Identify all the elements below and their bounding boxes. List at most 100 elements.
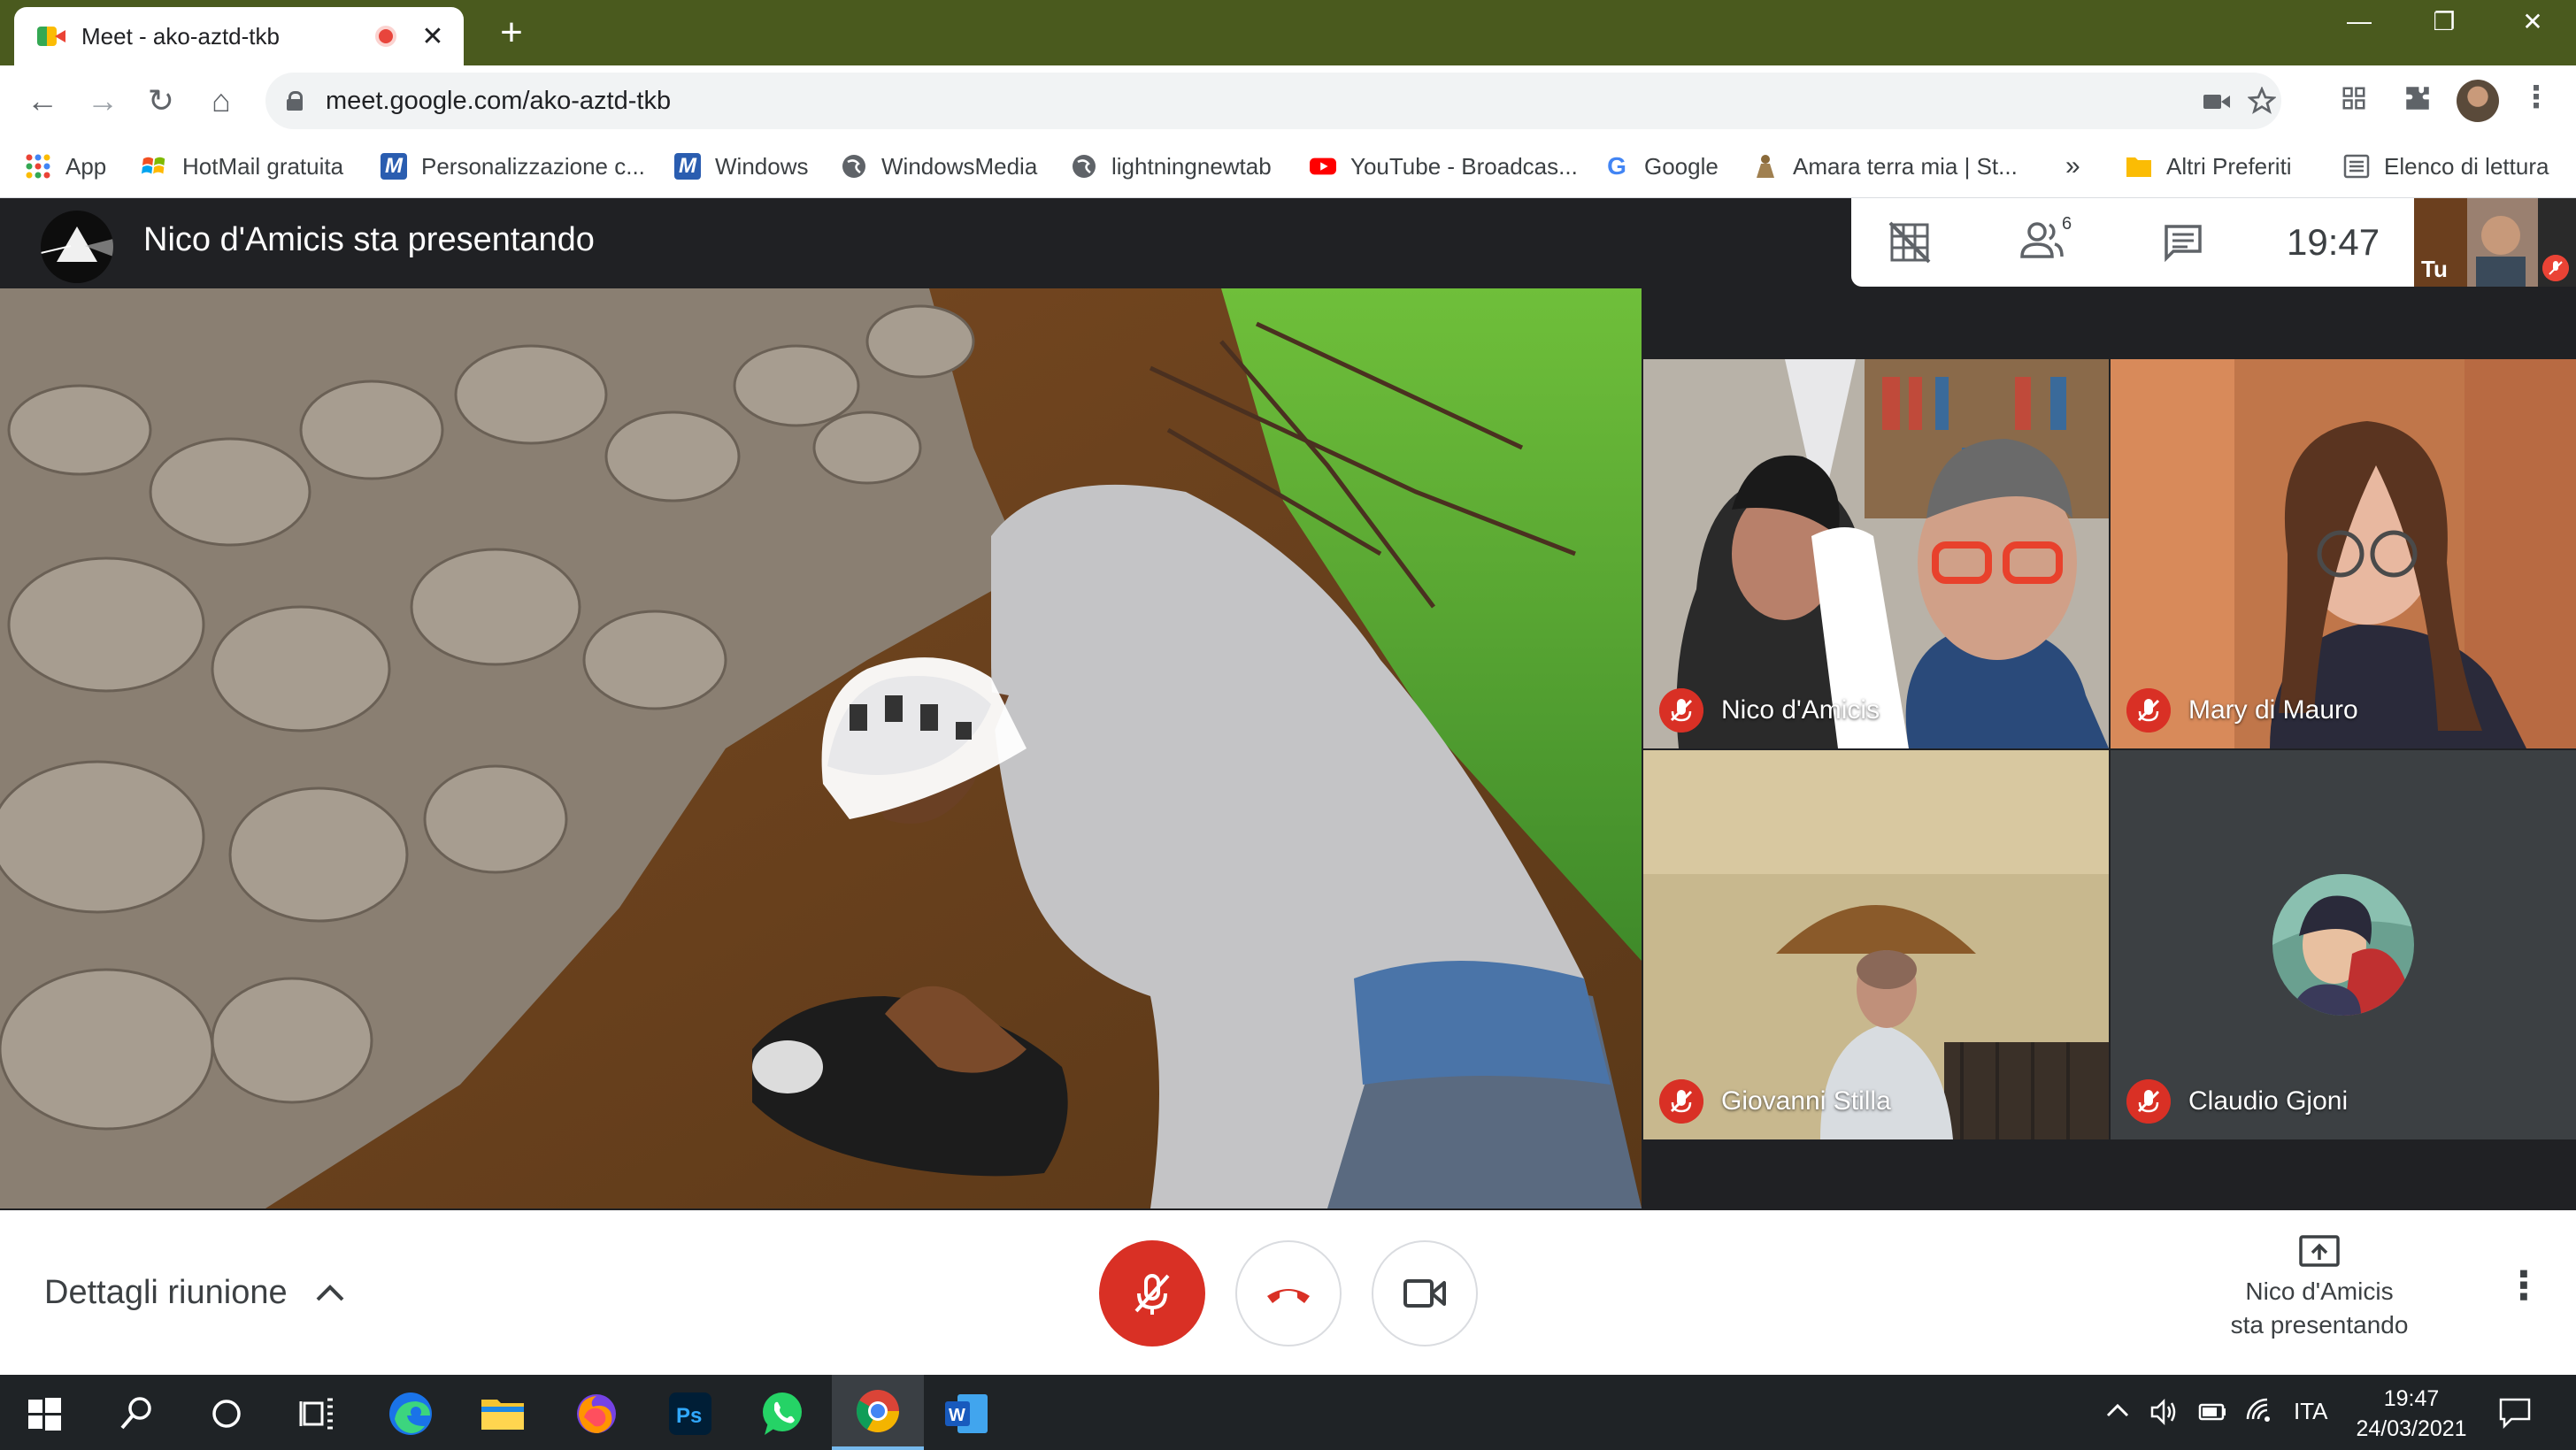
cortana-icon[interactable] [202, 1389, 251, 1438]
notification-center-icon[interactable] [2497, 1394, 2533, 1430]
reading-list-icon [2343, 154, 2370, 179]
participant-name: Giovanni Stilla [1721, 1086, 1891, 1116]
address-bar[interactable]: meet.google.com/ako-aztd-tkb [265, 73, 2281, 129]
participant-video [1643, 359, 2109, 748]
microphone-toggle-button[interactable] [1099, 1240, 1205, 1346]
reload-button[interactable]: ↻ [142, 81, 181, 120]
participant-name: Claudio Gjoni [2188, 1086, 2349, 1116]
bookmark-windowsmedia[interactable]: WindowsMedia [841, 149, 1037, 184]
present-now-button[interactable]: Nico d'Amicis sta presentando [2209, 1235, 2430, 1342]
chrome-menu-icon[interactable]: ⋮ [2517, 80, 2556, 115]
bookmark-amara[interactable]: Amara terra mia | St... [1752, 149, 2018, 184]
volume-icon[interactable] [2149, 1396, 2180, 1428]
chrome-taskbar-button[interactable] [832, 1375, 924, 1450]
battery-icon[interactable] [2196, 1398, 2228, 1424]
mic-muted-icon [2126, 688, 2171, 733]
m-logo-icon: M [674, 153, 701, 180]
bookmark-google[interactable]: G Google [1603, 149, 1719, 184]
meet-stage: Nico d'Amicis sta presentando 6 19:47 Tu… [0, 198, 2576, 1210]
participant-video [2111, 359, 2576, 748]
bookmark-lightningnewtab[interactable]: lightningnewtab [1071, 149, 1272, 184]
mic-muted-icon [1659, 1079, 1703, 1124]
participants-button[interactable]: 6 [2019, 214, 2072, 271]
camera-in-use-icon[interactable] [2203, 92, 2230, 111]
presenter-title: Nico d'Amicis sta presentando [143, 221, 595, 258]
self-view-tile[interactable]: Tu [2414, 198, 2576, 287]
system-clock[interactable]: 19:47 24/03/2021 [2336, 1384, 2487, 1444]
bookmark-label: Altri Preferiti [2166, 152, 2292, 180]
self-label: Tu [2421, 256, 2448, 282]
leave-call-button[interactable] [1235, 1240, 1342, 1346]
restore-button[interactable]: ❐ [2418, 7, 2471, 36]
tab-meet[interactable]: Meet - ako-aztd-tkb ✕ [14, 7, 464, 65]
bookmarks-bar: App HotMail gratuita M Personalizzazione… [0, 136, 2576, 198]
bookmark-label: Personalizzazione c... [421, 152, 645, 180]
tab-close-button[interactable]: ✕ [419, 21, 446, 52]
participant-name: Mary di Mauro [2188, 695, 2358, 725]
word-icon[interactable]: W [942, 1389, 991, 1438]
layout-grid-off-icon[interactable] [1888, 221, 1931, 264]
windows-flag-icon [142, 157, 165, 174]
more-options-button[interactable]: ⋮ [2504, 1263, 2543, 1308]
bookmark-altri-preferiti[interactable]: Altri Preferiti [2126, 149, 2292, 184]
participant-video [1643, 750, 2109, 1139]
file-explorer-icon[interactable] [478, 1389, 527, 1438]
lock-icon [287, 91, 303, 111]
apps-grid-icon [26, 154, 50, 179]
participant-tile[interactable]: Claudio Gjoni [2111, 750, 2576, 1139]
windows-start-icon[interactable] [19, 1389, 69, 1438]
youtube-icon [1310, 157, 1336, 175]
bookmark-youtube[interactable]: YouTube - Broadcas... [1310, 149, 1578, 184]
bookmark-label: Windows [715, 152, 809, 180]
video-camera-icon [1403, 1279, 1446, 1308]
back-button[interactable]: ← [23, 81, 62, 120]
minimize-button[interactable]: — [2333, 7, 2386, 35]
tab-strip: Meet - ako-aztd-tkb ✕ + — ❐ ✕ [0, 0, 2576, 65]
participant-tile[interactable]: Nico d'Amicis [1643, 359, 2109, 748]
participant-tile[interactable]: Mary di Mauro [2111, 359, 2576, 748]
globe-icon [842, 155, 865, 178]
clock-date: 24/03/2021 [2356, 1416, 2467, 1441]
bookmark-hotmail[interactable]: HotMail gratuita [142, 149, 343, 184]
mic-muted-icon [2126, 1079, 2171, 1124]
chevron-up-icon[interactable] [2104, 1398, 2131, 1424]
participant-tile[interactable]: Giovanni Stilla [1643, 750, 2109, 1139]
bookmark-windows[interactable]: M Windows [674, 149, 808, 184]
meeting-controls-bar: Dettagli riunione Nico d'Amicis sta pres… [0, 1210, 2576, 1375]
wifi-icon[interactable] [2244, 1396, 2274, 1426]
camera-toggle-button[interactable] [1372, 1240, 1478, 1346]
chat-icon[interactable] [2163, 223, 2203, 262]
reading-list-button[interactable]: Elenco di lettura [2343, 149, 2549, 184]
bookmark-label: HotMail gratuita [182, 152, 344, 180]
windows-taskbar: Ps W ITA 19:47 24/03/2021 [0, 1375, 2576, 1450]
search-icon[interactable] [111, 1389, 161, 1438]
extensions-puzzle-icon[interactable] [2398, 83, 2437, 113]
edge-icon[interactable] [386, 1389, 435, 1438]
meeting-clock: 19:47 [2287, 221, 2380, 263]
meet-favicon-icon [37, 25, 65, 48]
bookmark-label: YouTube - Broadcas... [1350, 152, 1578, 180]
whatsapp-icon[interactable] [757, 1389, 807, 1438]
photoshop-icon[interactable]: Ps [665, 1389, 715, 1438]
chevron-up-icon[interactable] [315, 1283, 345, 1302]
new-tab-button[interactable]: + [492, 12, 531, 53]
extension-grid-icon[interactable] [2334, 85, 2373, 111]
task-view-icon[interactable] [292, 1389, 342, 1438]
participant-count: 6 [2062, 214, 2072, 234]
bookmarks-overflow-button[interactable]: » [2065, 149, 2080, 184]
m-logo-icon: M [381, 153, 407, 180]
recording-indicator-icon [375, 26, 396, 47]
present-label-line1: Nico d'Amicis [2245, 1277, 2394, 1305]
bookmark-personalizzazione[interactable]: M Personalizzazione c... [381, 149, 645, 184]
bookmark-star-icon[interactable] [2248, 87, 2276, 115]
presentation-video[interactable] [0, 288, 1642, 1208]
forward-button[interactable]: → [83, 81, 122, 120]
home-button[interactable]: ⌂ [202, 81, 241, 120]
bookmark-app[interactable]: App [25, 149, 106, 184]
firefox-icon[interactable] [572, 1389, 621, 1438]
input-language[interactable]: ITA [2294, 1398, 2328, 1425]
profile-avatar[interactable] [2457, 80, 2499, 122]
meeting-details-button[interactable]: Dettagli riunione [44, 1274, 288, 1312]
window-close-button[interactable]: ✕ [2506, 7, 2559, 36]
meet-side-panel-buttons: 6 19:47 [1851, 198, 2414, 287]
